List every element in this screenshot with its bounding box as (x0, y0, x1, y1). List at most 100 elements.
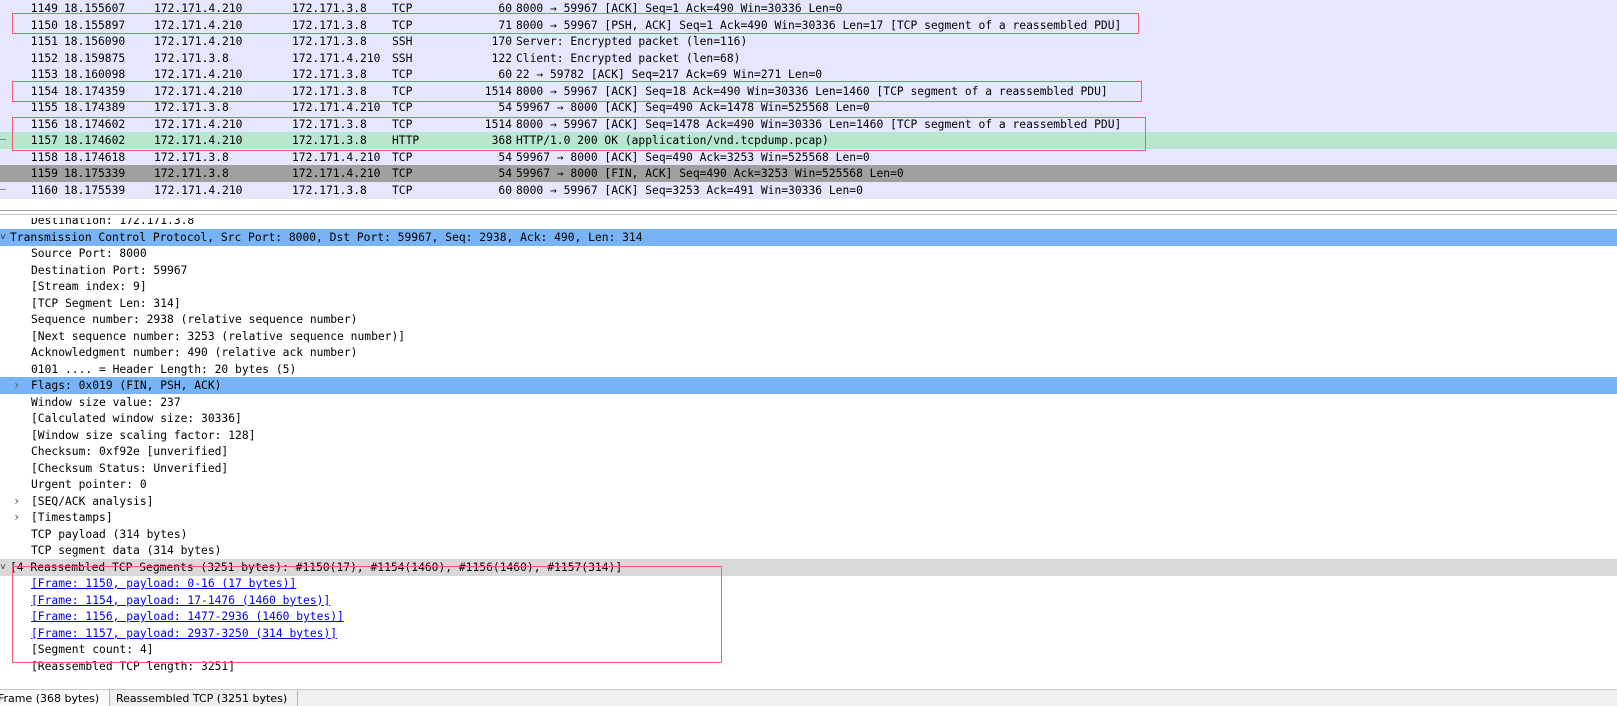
packet-row[interactable]: 1156 18.174602 172.171.4.210 172.171.3.8 TCP… (0, 115, 1617, 133)
packet-length: 60 (498, 183, 512, 197)
reassembled-frame-link-row[interactable]: [Frame: 1150, payload: 0-16 (17 bytes)] (0, 575, 1617, 592)
packet-protocol: TCP (392, 101, 413, 114)
packet-source: 172.171.4.210 (154, 117, 243, 131)
packet-length: 1514 (484, 84, 512, 98)
frame-payload-link[interactable]: [Frame: 1156, payload: 1477-2936 (1460 b… (31, 608, 344, 625)
detail-tree-row[interactable]: Destination: 172.171.3.8 (0, 218, 1617, 229)
detail-tree-row[interactable]: TCP segment data (314 bytes) (0, 542, 1617, 559)
detail-tree-row[interactable]: [Calculated window size: 30336] (0, 410, 1617, 427)
packet-row[interactable]: 1149 18.155607 172.171.4.210 172.171.3.8 TCP… (0, 0, 1617, 17)
packet-time: 18.156090 (64, 35, 126, 48)
packet-time: 18.159875 (64, 51, 126, 65)
packet-length: 60 (498, 68, 512, 81)
packet-source: 172.171.3.8 (154, 167, 229, 180)
packet-row[interactable]: 1153 18.160098 172.171.4.210 172.171.3.8 TCP… (0, 66, 1617, 83)
detail-tree-row[interactable]: Window size value: 237 (0, 394, 1617, 411)
collapse-arrow-icon[interactable]: ˅ (0, 559, 6, 576)
detail-tree-row[interactable]: 0101 .... = Header Length: 20 bytes (5) (0, 361, 1617, 378)
packet-protocol: TCP (392, 68, 413, 81)
related-packet-marker: – (0, 134, 7, 145)
packet-info: 8000 → 59967 [ACK] Seq=1478 Ack=490 Win=… (516, 117, 1122, 131)
packet-protocol: TCP (392, 2, 413, 15)
packet-row[interactable]: 1159 18.175339 172.171.3.8 172.171.4.210 TCP… (0, 165, 1617, 182)
frame-payload-link[interactable]: [Frame: 1154, payload: 17-1476 (1460 byt… (31, 592, 330, 609)
splitter-line (0, 214, 1617, 215)
packet-source: 172.171.4.210 (154, 134, 243, 147)
detail-tree-row[interactable]: [TCP Segment Len: 314] (0, 295, 1617, 312)
expand-chevron-icon[interactable]: › (13, 509, 23, 526)
reassembled-frame-link-row[interactable]: [Frame: 1154, payload: 17-1476 (1460 byt… (0, 592, 1617, 609)
packet-row[interactable]: 1151 18.156090 172.171.4.210 172.171.3.8 SSH… (0, 33, 1617, 50)
tab-reassembled-tcp[interactable]: Reassembled TCP (3251 bytes) (112, 690, 299, 706)
packet-number: 1152 (30, 51, 58, 65)
packet-source: 172.171.3.8 (154, 51, 229, 65)
detail-text: Source Port: 8000 (31, 247, 147, 260)
packet-info: 8000 → 59967 [PSH, ACK] Seq=1 Ack=490 Wi… (516, 18, 1122, 32)
packet-length: 54 (498, 167, 512, 180)
expand-chevron-icon[interactable]: › (13, 493, 23, 510)
detail-tree-row[interactable]: Acknowledgment number: 490 (relative ack… (0, 344, 1617, 361)
frame-payload-link[interactable]: [Frame: 1150, payload: 0-16 (17 bytes)] (31, 575, 296, 592)
detail-tree-row[interactable]: [Window size scaling factor: 128] (0, 427, 1617, 444)
packet-row[interactable]: 1158 18.174618 172.171.3.8 172.171.4.210 TCP… (0, 148, 1617, 166)
expand-chevron-icon[interactable]: › (13, 377, 23, 394)
packet-list[interactable]: 1149 18.155607 172.171.4.210 172.171.3.8 TCP… (0, 0, 1617, 204)
reassembled-frame-link-row[interactable]: [Frame: 1157, payload: 2937-3250 (314 by… (0, 625, 1617, 642)
packet-row[interactable]: – 1160 18.175539 172.171.4.210 172.171.3.8 TC… (0, 181, 1617, 199)
packet-time: 18.174359 (64, 84, 126, 98)
packet-time: 18.160098 (64, 68, 126, 81)
detail-tree-row[interactable]: [Reassembled TCP length: 3251] (0, 658, 1617, 675)
packet-protocol: TCP (392, 183, 413, 197)
detail-text: Acknowledgment number: 490 (relative ack… (31, 346, 358, 359)
tab-frame-bytes[interactable]: Frame (368 bytes) (0, 690, 111, 706)
packet-destination: 172.171.3.8 (292, 35, 367, 48)
reassembled-frame-link-row[interactable]: [Frame: 1156, payload: 1477-2936 (1460 b… (0, 608, 1617, 625)
packet-info: 8000 → 59967 [ACK] Seq=18 Ack=490 Win=30… (516, 84, 1108, 98)
collapse-arrow-icon[interactable]: ˅ (0, 229, 6, 246)
detail-tree-row[interactable]: Urgent pointer: 0 (0, 476, 1617, 493)
detail-tree-row[interactable]: [Segment count: 4] (0, 641, 1617, 658)
packet-time: 18.174389 (64, 101, 126, 114)
detail-tree-row[interactable]: [Next sequence number: 3253 (relative se… (0, 328, 1617, 345)
detail-text: [Reassembled TCP length: 3251] (31, 659, 236, 673)
detail-tree-row[interactable]: ˅ Transmission Control Protocol, Src Port… (0, 228, 1617, 246)
detail-tree-row[interactable]: [Stream index: 9] (0, 278, 1617, 295)
packet-row[interactable]: 1155 18.174389 172.171.3.8 172.171.4.210 TCP… (0, 99, 1617, 116)
packet-time: 18.155607 (64, 2, 126, 15)
packet-number: 1153 (30, 68, 58, 81)
detail-tree-row[interactable]: Destination Port: 59967 (0, 262, 1617, 279)
detail-tree-row[interactable]: Sequence number: 2938 (relative sequence… (0, 311, 1617, 328)
packet-details-tree[interactable]: Destination: 172.171.3.8 ˅ Transmission Co… (0, 218, 1617, 687)
detail-tree-row[interactable]: [Checksum Status: Unverified] (0, 460, 1617, 477)
detail-tree-row[interactable]: ˅ [4 Reassembled TCP Segments (3251 bytes… (0, 558, 1617, 576)
packet-time: 18.175539 (64, 183, 126, 197)
packet-number: 1150 (30, 18, 58, 32)
detail-tree-row[interactable]: › Flags: 0x019 (FIN, PSH, ACK) (0, 377, 1617, 394)
packet-row[interactable]: 1150 18.155897 172.171.4.210 172.171.3.8 TCP… (0, 16, 1617, 34)
packet-protocol: TCP (392, 84, 413, 98)
detail-tree-row[interactable]: › [Timestamps] (0, 509, 1617, 526)
related-packet-marker (0, 149, 6, 166)
packet-source: 172.171.4.210 (154, 18, 243, 32)
packet-protocol: TCP (392, 18, 413, 32)
frame-payload-link[interactable]: [Frame: 1157, payload: 2937-3250 (314 by… (31, 625, 337, 642)
packet-row[interactable]: – 1157 18.174602 172.171.4.210 172.171.3.8 HT… (0, 132, 1617, 149)
packet-row[interactable]: 1152 18.159875 172.171.3.8 172.171.4.210 SSH… (0, 49, 1617, 67)
packet-number: 1156 (30, 117, 58, 131)
packet-time: 18.174602 (64, 117, 126, 131)
packet-row[interactable]: 1154 18.174359 172.171.4.210 172.171.3.8 TCP… (0, 82, 1617, 100)
detail-tree-row[interactable]: TCP payload (314 bytes) (0, 526, 1617, 543)
detail-tree-row[interactable]: Source Port: 8000 (0, 245, 1617, 262)
packet-destination: 172.171.4.210 (292, 101, 381, 114)
packet-number: 1155 (30, 101, 58, 114)
packet-info: Client: Encrypted packet (len=68) (516, 51, 741, 65)
packet-length: 368 (491, 134, 512, 147)
detail-tree-row[interactable]: Checksum: 0xf92e [unverified] (0, 443, 1617, 460)
detail-text: Destination Port: 59967 (31, 263, 188, 277)
detail-text: Window size value: 237 (31, 395, 181, 409)
packet-destination: 172.171.3.8 (292, 18, 367, 32)
pane-splitter[interactable] (0, 208, 1617, 217)
related-packet-marker (0, 116, 6, 133)
packet-info: 59967 → 8000 [ACK] Seq=490 Ack=3253 Win=… (516, 150, 870, 164)
detail-tree-row[interactable]: › [SEQ/ACK analysis] (0, 493, 1617, 510)
